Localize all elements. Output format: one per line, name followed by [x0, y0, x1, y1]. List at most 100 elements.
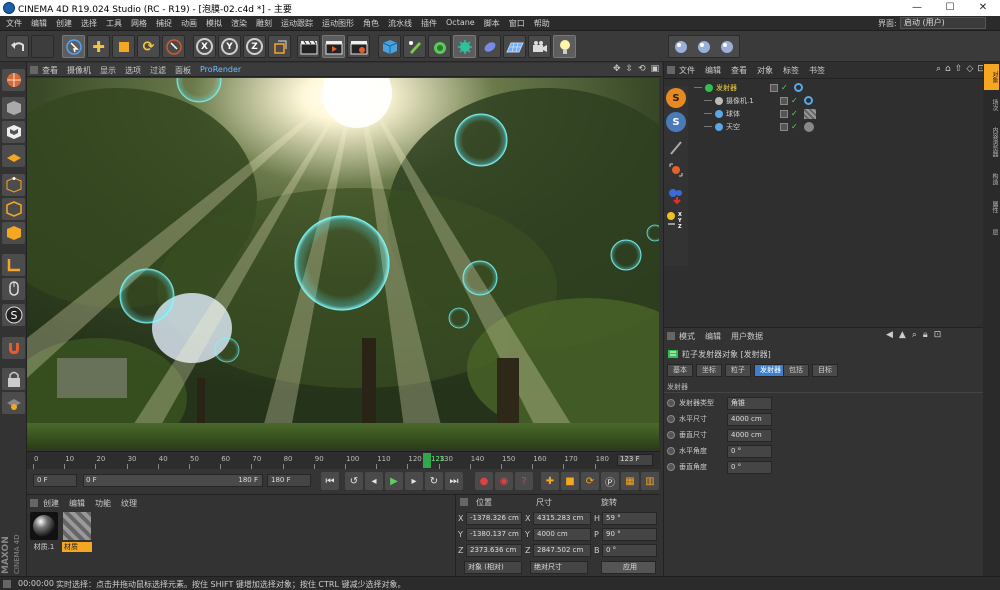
render-to-picture-viewer-button[interactable]	[322, 35, 345, 58]
menu-item[interactable]: 帮助	[534, 18, 550, 29]
settings-icon[interactable]: ◇	[966, 64, 973, 74]
start-frame-field[interactable]: 0 F	[33, 474, 77, 487]
attr-menu-item[interactable]: 编辑	[705, 331, 721, 342]
visibility-toggle-icon[interactable]	[780, 96, 788, 105]
attr-param-field[interactable]: 4000 cm	[727, 428, 772, 442]
cloner-button[interactable]	[453, 35, 476, 58]
rotate-view-icon[interactable]: ⟲	[638, 64, 646, 74]
position-field[interactable]: -1380.137 cm	[466, 528, 522, 541]
pan-view-icon[interactable]: ✥	[613, 64, 621, 74]
menu-item[interactable]: 文件	[6, 18, 22, 29]
key-pla-button[interactable]: ▦	[621, 472, 639, 490]
search-icon[interactable]: ⌕	[936, 64, 941, 74]
prorender-menu-item[interactable]: ProRender	[200, 65, 241, 76]
material-tab[interactable]: 纹理	[121, 498, 137, 509]
rotate-tool-button[interactable]: ⟳	[137, 35, 160, 58]
menu-item[interactable]: 工具	[106, 18, 122, 29]
menu-item[interactable]: 捕捉	[156, 18, 172, 29]
size-field[interactable]: 4000 cm	[533, 528, 591, 541]
material-name-2[interactable]: 材质	[62, 542, 92, 552]
position-field[interactable]: -1378.326 cm	[466, 512, 522, 525]
rotation-field[interactable]: 90 °	[602, 528, 657, 541]
model-mode-button[interactable]	[2, 97, 25, 119]
menu-item[interactable]: 创建	[56, 18, 72, 29]
snap-s-blue-icon[interactable]: S	[666, 112, 686, 132]
attr-tab[interactable]: 目标	[812, 364, 838, 377]
right-dock-tab[interactable]: 内容浏览器	[984, 120, 999, 164]
live-selection-button[interactable]	[62, 35, 85, 58]
object-menu-item[interactable]: 书签	[809, 65, 825, 76]
right-dock-tab[interactable]: 层	[984, 222, 999, 242]
object-menu-item[interactable]: 文件	[679, 65, 695, 76]
viewport-menu-item[interactable]: 摄像机	[67, 65, 91, 76]
attr-param-field[interactable]: 角锥	[727, 396, 772, 410]
viewport-menu-item[interactable]: 选项	[125, 65, 141, 76]
light-button[interactable]	[553, 35, 576, 58]
menu-item[interactable]: 动画	[181, 18, 197, 29]
planar-workplane-button[interactable]	[2, 392, 25, 414]
render-settings-button[interactable]	[347, 35, 370, 58]
key-param-button[interactable]: Ⓟ	[601, 472, 619, 490]
subdivision-button[interactable]	[428, 35, 451, 58]
enable-snap-button[interactable]	[2, 337, 25, 359]
current-frame-marker[interactable]	[423, 453, 431, 468]
material-thumb-1[interactable]	[30, 512, 58, 540]
visibility-toggle-icon[interactable]	[770, 83, 778, 92]
z-axis-button[interactable]: Z	[243, 35, 266, 58]
tag-icon[interactable]	[803, 96, 813, 105]
animate-dot-icon[interactable]	[667, 415, 675, 423]
next-frame-button[interactable]: ▸	[405, 472, 423, 490]
up-icon[interactable]: ⇧	[955, 64, 963, 74]
go-to-end-button[interactable]: ⏭	[445, 472, 463, 490]
axis-xyz-icon[interactable]: XYZ	[666, 210, 686, 230]
attr-menu-item[interactable]: 模式	[679, 331, 695, 342]
menu-item[interactable]: 插件	[421, 18, 437, 29]
layout-spheres-button[interactable]	[668, 35, 740, 58]
end-frame-field[interactable]: 180 F	[267, 474, 311, 487]
object-row[interactable]: 摄像机.1 ✓	[690, 94, 980, 107]
viewport-menu-item[interactable]: 显示	[100, 65, 116, 76]
viewport-menu-item[interactable]: 面板	[175, 65, 191, 76]
render-view-button[interactable]	[297, 35, 320, 58]
object-row[interactable]: 发射器 ✓	[690, 81, 980, 94]
frame-range-slider[interactable]: 0 F 180 F	[83, 474, 263, 487]
coordinate-system-button[interactable]	[268, 35, 291, 58]
lock-attr-icon[interactable]: 🔒︎	[923, 330, 928, 340]
tag-icon[interactable]	[793, 83, 803, 92]
floor-button[interactable]	[503, 35, 526, 58]
material-tab[interactable]: 功能	[95, 498, 111, 509]
enabled-check-icon[interactable]: ✓	[781, 83, 788, 92]
menu-item[interactable]: 脚本	[484, 18, 500, 29]
attr-tab[interactable]: 粒子	[725, 364, 751, 377]
timeline-window-button[interactable]: ▥	[641, 472, 659, 490]
attr-tab[interactable]: 坐标	[696, 364, 722, 377]
y-axis-button[interactable]: Y	[218, 35, 241, 58]
apply-button[interactable]: 应用	[601, 561, 656, 574]
keyframe-selection-button[interactable]: ?	[515, 472, 533, 490]
visibility-toggle-icon[interactable]	[780, 109, 788, 118]
lock-workplane-button[interactable]	[2, 368, 25, 390]
object-menu-item[interactable]: 编辑	[705, 65, 721, 76]
menu-item[interactable]: 雕刻	[256, 18, 272, 29]
axis-mode-button[interactable]	[2, 254, 25, 276]
viewport-menu-item[interactable]: 查看	[42, 65, 58, 76]
search-attr-icon[interactable]: ⌕	[912, 330, 917, 340]
attr-param-field[interactable]: 0 °	[727, 460, 772, 474]
object-menu-item[interactable]: 查看	[731, 65, 747, 76]
key-scale-button[interactable]: ■	[561, 472, 579, 490]
play-button[interactable]: ▶	[385, 472, 403, 490]
animate-dot-icon[interactable]	[667, 447, 675, 455]
key-rotation-button[interactable]: ⟳	[581, 472, 599, 490]
previous-frame-button[interactable]: ◂	[365, 472, 383, 490]
snap-button[interactable]: S	[2, 304, 25, 326]
viewport-menu-item[interactable]: 过滤	[150, 65, 166, 76]
menu-item[interactable]: 流水线	[388, 18, 412, 29]
menu-item[interactable]: 角色	[363, 18, 379, 29]
cube-object-button[interactable]	[378, 35, 401, 58]
position-field[interactable]: 2373.636 cm	[466, 544, 522, 557]
enabled-check-icon[interactable]: ✓	[791, 122, 798, 131]
go-to-start-button[interactable]: ⏮	[321, 472, 339, 490]
auto-key-button[interactable]: ◉	[495, 472, 513, 490]
menu-item[interactable]: 运动跟踪	[281, 18, 313, 29]
3d-viewport[interactable]	[27, 78, 659, 450]
